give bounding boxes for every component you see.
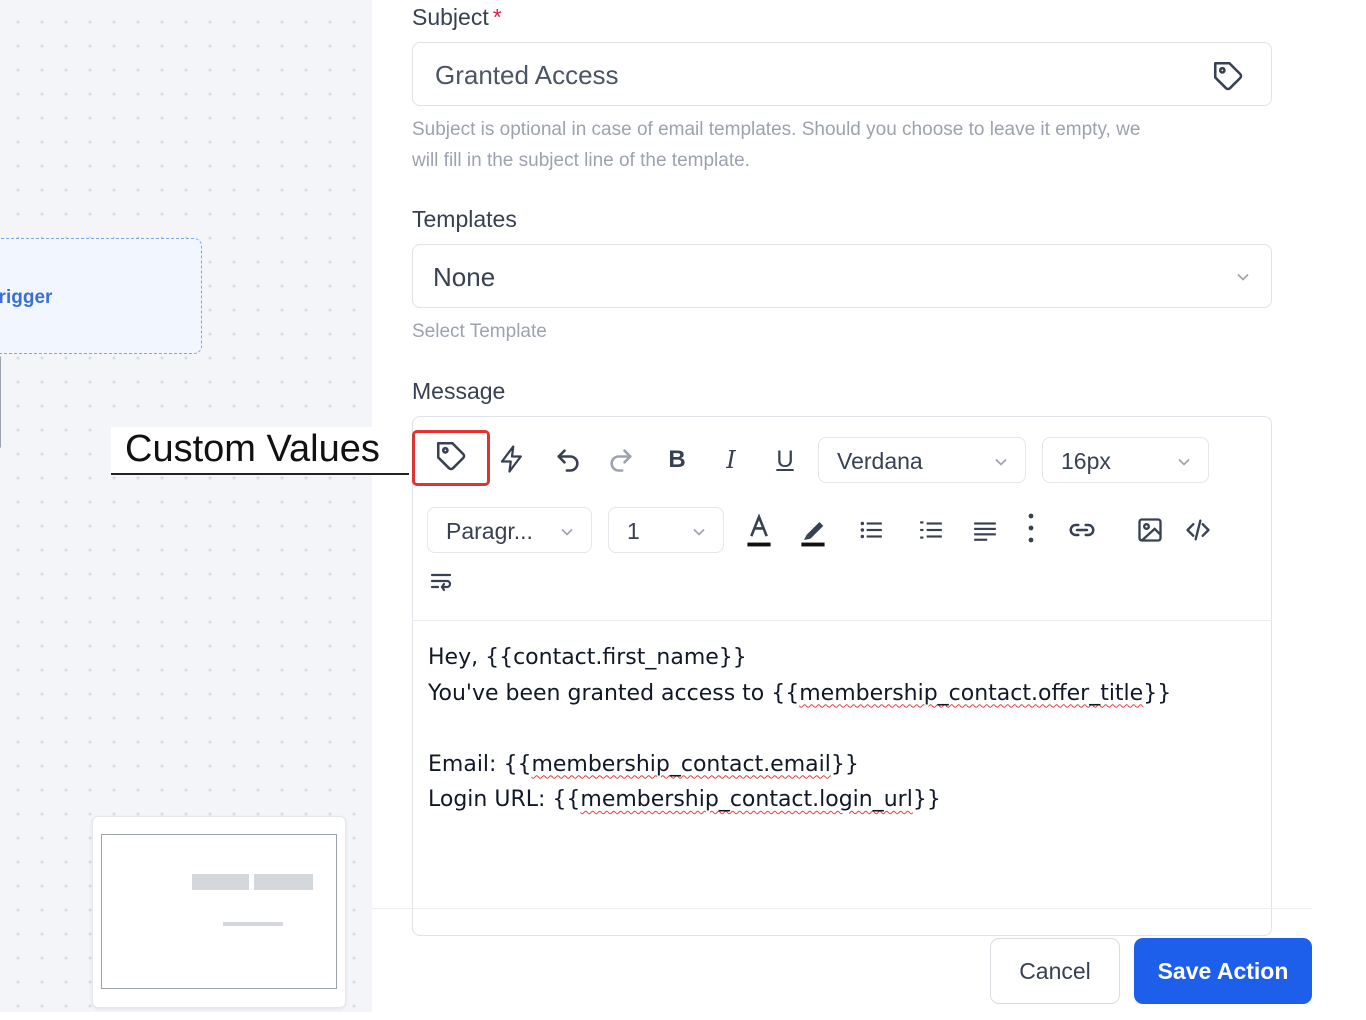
underline-icon[interactable]: U	[770, 444, 800, 476]
code-icon[interactable]	[1180, 514, 1216, 546]
subject-input[interactable]: Granted Access	[412, 42, 1272, 106]
merge-field: membership_contact.offer_title	[799, 680, 1144, 706]
templates-label: Templates	[412, 206, 517, 232]
line-height-value: 1	[627, 518, 640, 544]
align-icon[interactable]	[968, 514, 1002, 546]
undo-icon[interactable]	[552, 444, 584, 476]
templates-selected-value: None	[433, 262, 496, 292]
save-action-button[interactable]: Save Action	[1134, 938, 1312, 1004]
block-format-select[interactable]: Paragr...	[427, 507, 592, 553]
subject-helper-line: will fill in the subject line of the tem…	[412, 150, 750, 171]
subject-helper-text: Subject is optional in case of email tem…	[412, 114, 1140, 176]
numbered-list-icon[interactable]	[914, 514, 948, 546]
message-text: }}	[830, 751, 859, 777]
minimap-node	[254, 874, 313, 890]
minimap-node	[223, 922, 283, 926]
tag-icon[interactable]	[1211, 59, 1245, 98]
merge-field: membership_contact.email	[531, 751, 831, 777]
minimap-node	[192, 874, 249, 890]
message-text: }}	[1143, 680, 1172, 706]
more-vertical-icon[interactable]	[1020, 510, 1042, 546]
message-line: You've been granted access to {{membersh…	[428, 676, 1171, 712]
merge-field: membership_contact.login_url	[580, 787, 913, 812]
message-body[interactable]: Hey, {{contact.first_name}} You've been …	[428, 640, 1171, 818]
trigger-node-label: Trigger	[0, 287, 53, 308]
image-icon[interactable]	[1134, 514, 1166, 546]
footer-divider	[372, 908, 1312, 909]
subject-input-value: Granted Access	[435, 60, 619, 90]
cancel-button[interactable]: Cancel	[990, 938, 1120, 1004]
block-format-value: Paragr...	[446, 518, 533, 544]
italic-icon[interactable]: I	[716, 444, 746, 476]
message-text: }}	[912, 787, 941, 812]
message-line: Hey, {{contact.first_name}}	[428, 645, 747, 670]
bold-icon[interactable]: B	[662, 444, 692, 476]
minimap-viewport[interactable]	[101, 834, 337, 989]
message-text: Login URL: {{	[428, 787, 581, 812]
message-text: Email: {{	[428, 751, 532, 777]
subject-label-text: Subject	[412, 4, 489, 30]
tag-icon	[434, 439, 468, 478]
text-wrap-icon[interactable]	[426, 566, 456, 596]
chevron-down-icon	[557, 521, 577, 548]
line-height-select[interactable]: 1	[608, 507, 724, 553]
bullet-list-icon[interactable]	[854, 514, 888, 546]
link-icon[interactable]	[1064, 514, 1100, 546]
font-family-value: Verdana	[837, 448, 923, 474]
custom-values-button[interactable]	[412, 430, 490, 486]
message-line	[428, 711, 1171, 747]
message-label: Message	[412, 378, 506, 404]
subject-label: Subject *	[412, 4, 502, 31]
connector-line	[0, 356, 1, 448]
chevron-down-icon	[689, 521, 709, 548]
message-line: Email: {{membership_contact.email}}	[428, 747, 1171, 783]
toolbar-divider	[412, 620, 1272, 621]
bolt-icon[interactable]	[495, 442, 529, 476]
font-size-value: 16px	[1061, 448, 1111, 474]
minimap[interactable]	[92, 816, 346, 1008]
chevron-down-icon	[1174, 451, 1194, 478]
font-size-select[interactable]: 16px	[1042, 437, 1209, 483]
templates-select[interactable]: None	[412, 244, 1272, 308]
text-color-icon[interactable]	[742, 512, 776, 550]
font-family-select[interactable]: Verdana	[818, 437, 1026, 483]
message-line: Login URL: {{membership_contact.login_ur…	[428, 782, 1171, 818]
message-text: You've been granted access to {{	[428, 680, 800, 706]
subject-helper-line: Subject is optional in case of email tem…	[412, 119, 1141, 140]
redo-icon[interactable]	[605, 444, 637, 476]
custom-values-callout: Custom Values	[111, 427, 409, 475]
templates-helper-text: Select Template	[412, 321, 547, 342]
highlight-icon[interactable]	[796, 512, 830, 550]
required-marker: *	[492, 4, 502, 30]
chevron-down-icon	[991, 451, 1011, 478]
chevron-down-icon	[1233, 267, 1253, 292]
workflow-canvas[interactable]	[0, 0, 372, 1012]
